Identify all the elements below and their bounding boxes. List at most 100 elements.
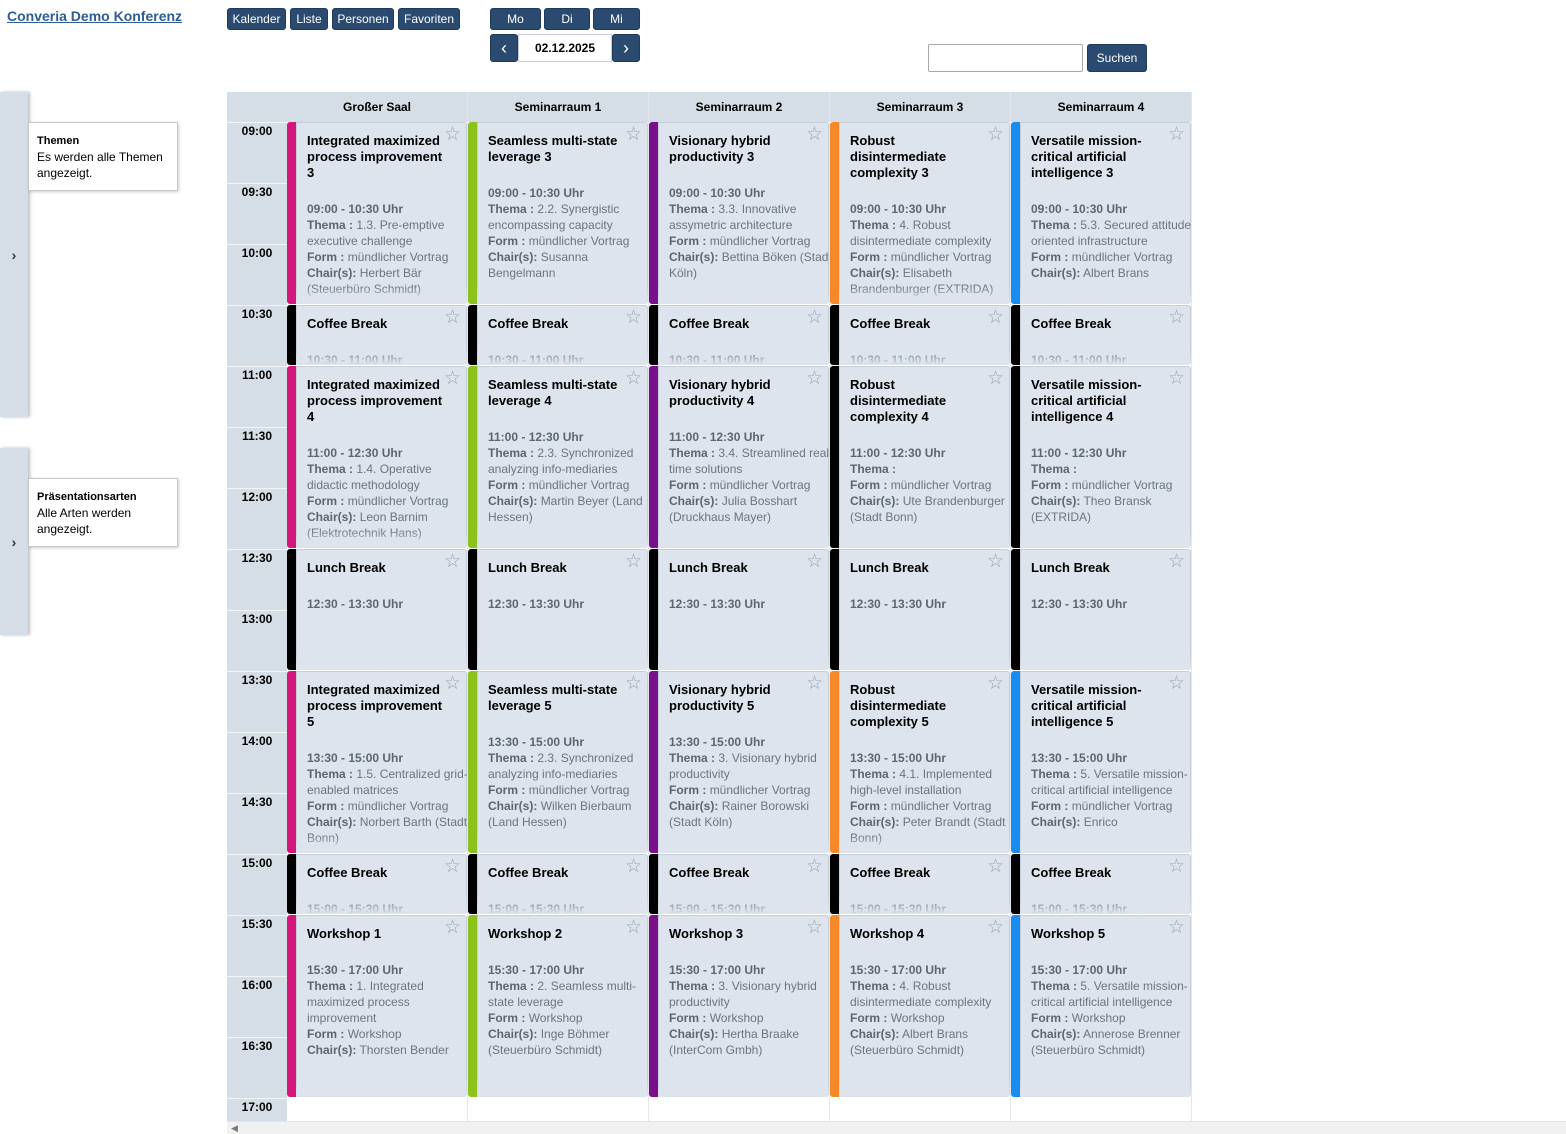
favorite-star-icon[interactable]: ☆ [806, 918, 823, 938]
app-title-link[interactable]: Converia Demo Konferenz [7, 8, 182, 24]
session-form-label: Form : [850, 250, 888, 264]
session-form: Form : mündlicher Vortrag [1031, 798, 1191, 814]
session-card[interactable]: Workshop 4 ☆ 15:30 - 17:00 Uhr Thema : 4. R… [830, 915, 1010, 1097]
session-card[interactable]: Coffee Break☆10:30 - 11:00 Uhr [649, 305, 829, 365]
favorite-star-icon[interactable]: ☆ [806, 369, 823, 389]
favorite-star-icon[interactable]: ☆ [444, 552, 461, 572]
favorite-star-icon[interactable]: ☆ [625, 857, 642, 877]
session-card[interactable]: Lunch Break ☆ 12:30 - 13:30 Uhr [468, 549, 648, 670]
next-day-button[interactable]: › [612, 34, 640, 62]
session-card[interactable]: Visionary hybrid productivity 4 ☆ 11:00 - … [649, 366, 829, 548]
favorite-star-icon[interactable]: ☆ [1168, 857, 1185, 877]
session-card[interactable]: Robust disintermediate complexity 5 ☆ 13:3… [830, 671, 1010, 853]
favorite-star-icon[interactable]: ☆ [987, 369, 1004, 389]
time-label: 17:00 [241, 1100, 273, 1114]
favorite-star-icon[interactable]: ☆ [1168, 369, 1185, 389]
session-card[interactable]: Lunch Break ☆ 12:30 - 13:30 Uhr [1011, 549, 1191, 670]
favorite-star-icon[interactable]: ☆ [625, 308, 642, 328]
session-card[interactable]: Workshop 2 ☆ 15:30 - 17:00 Uhr Thema : 2. S… [468, 915, 648, 1097]
prev-day-button[interactable]: ‹ [490, 34, 518, 62]
session-card[interactable]: Workshop 5 ☆ 15:30 - 17:00 Uhr Thema : 5. V… [1011, 915, 1191, 1097]
favorite-star-icon[interactable]: ☆ [987, 674, 1004, 694]
favorite-star-icon[interactable]: ☆ [444, 918, 461, 938]
session-card[interactable]: Versatile mission-critical artificial in… [1011, 366, 1191, 548]
session-card[interactable]: Integrated maximized process improvement… [287, 366, 467, 548]
favorite-star-icon[interactable]: ☆ [1168, 308, 1185, 328]
session-card[interactable]: Coffee Break☆15:00 - 15:30 Uhr [830, 854, 1010, 914]
favorite-star-icon[interactable]: ☆ [625, 552, 642, 572]
horizontal-scrollbar[interactable] [227, 1121, 1566, 1134]
search-button[interactable]: Suchen [1087, 44, 1147, 72]
favorite-star-icon[interactable]: ☆ [987, 552, 1004, 572]
session-card[interactable]: Lunch Break ☆ 12:30 - 13:30 Uhr [649, 549, 829, 670]
time-slot-divider [227, 854, 287, 855]
session-card[interactable]: Seamless multi-state leverage 4 ☆ 11:00 - … [468, 366, 648, 548]
session-card[interactable]: Seamless multi-state leverage 5 ☆ 13:30 - … [468, 671, 648, 853]
nav-calendar-button[interactable]: Kalender [227, 8, 286, 30]
session-card[interactable]: Integrated maximized process improvement… [287, 122, 467, 304]
favorite-star-icon[interactable]: ☆ [806, 857, 823, 877]
session-card[interactable]: Coffee Break☆10:30 - 11:00 Uhr [1011, 305, 1191, 365]
favorite-star-icon[interactable]: ☆ [806, 674, 823, 694]
session-card[interactable]: Robust disintermediate complexity 4 ☆ 11:0… [830, 366, 1010, 548]
session-form: Form : Workshop [1031, 1010, 1191, 1026]
favorite-star-icon[interactable]: ☆ [1168, 918, 1185, 938]
day-mo-button[interactable]: Mo [490, 8, 541, 30]
session-form-value: mündlicher Vortrag [347, 250, 449, 264]
session-chairs-label: Chair(s): [850, 1027, 900, 1041]
session-card[interactable]: Coffee Break☆10:30 - 11:00 Uhr [468, 305, 648, 365]
session-card[interactable]: Coffee Break☆15:00 - 15:30 Uhr [1011, 854, 1191, 914]
favorite-star-icon[interactable]: ☆ [625, 369, 642, 389]
favorite-star-icon[interactable]: ☆ [444, 308, 461, 328]
favorite-star-icon[interactable]: ☆ [806, 552, 823, 572]
favorite-star-icon[interactable]: ☆ [1168, 674, 1185, 694]
session-card[interactable]: Versatile mission-critical artificial in… [1011, 122, 1191, 304]
session-card[interactable]: Coffee Break☆10:30 - 11:00 Uhr [830, 305, 1010, 365]
session-card[interactable]: Coffee Break☆15:00 - 15:30 Uhr [468, 854, 648, 914]
session-card[interactable]: Visionary hybrid productivity 3 ☆ 09:00 - … [649, 122, 829, 304]
day-mi-button[interactable]: Mi [593, 8, 640, 30]
session-card[interactable]: Lunch Break ☆ 12:30 - 13:30 Uhr [287, 549, 467, 670]
favorite-star-icon[interactable]: ☆ [444, 125, 461, 145]
session-form: Form : mündlicher Vortrag [1031, 477, 1191, 493]
types-filter-toggle[interactable]: › [0, 448, 28, 635]
favorite-star-icon[interactable]: ☆ [625, 125, 642, 145]
session-card[interactable]: Visionary hybrid productivity 5 ☆ 13:30 - … [649, 671, 829, 853]
session-details: 11:00 - 12:30 Uhr Thema : 1.4. Operative … [307, 445, 467, 541]
favorite-star-icon[interactable]: ☆ [444, 674, 461, 694]
favorite-star-icon[interactable]: ☆ [625, 918, 642, 938]
favorite-star-icon[interactable]: ☆ [1168, 125, 1185, 145]
day-di-button[interactable]: Di [544, 8, 590, 30]
session-card[interactable]: Robust disintermediate complexity 3 ☆ 09:0… [830, 122, 1010, 304]
favorite-star-icon[interactable]: ☆ [444, 369, 461, 389]
favorite-star-icon[interactable]: ☆ [444, 857, 461, 877]
session-card[interactable]: Workshop 1 ☆ 15:30 - 17:00 Uhr Thema : 1. I… [287, 915, 467, 1097]
session-card[interactable]: Coffee Break☆15:00 - 15:30 Uhr [649, 854, 829, 914]
session-theme-label: Thema : [1031, 979, 1078, 993]
favorite-star-icon[interactable]: ☆ [987, 125, 1004, 145]
session-card[interactable]: Workshop 3 ☆ 15:30 - 17:00 Uhr Thema : 3. V… [649, 915, 829, 1097]
favorite-star-icon[interactable]: ☆ [987, 918, 1004, 938]
themes-filter-toggle[interactable]: › [0, 92, 28, 417]
session-card[interactable]: Integrated maximized process improvement… [287, 671, 467, 853]
favorite-star-icon[interactable]: ☆ [806, 308, 823, 328]
favorite-star-icon[interactable]: ☆ [1168, 552, 1185, 572]
date-display[interactable]: 02.12.2025 [518, 34, 612, 62]
session-card[interactable]: Coffee Break☆15:00 - 15:30 Uhr [287, 854, 467, 914]
session-card[interactable]: Lunch Break ☆ 12:30 - 13:30 Uhr [830, 549, 1010, 670]
session-card[interactable]: Seamless multi-state leverage 3 ☆ 09:00 - … [468, 122, 648, 304]
favorite-star-icon[interactable]: ☆ [987, 857, 1004, 877]
favorite-star-icon[interactable]: ☆ [806, 125, 823, 145]
session-details: 12:30 - 13:30 Uhr [307, 596, 467, 612]
favorite-star-icon[interactable]: ☆ [625, 674, 642, 694]
session-card[interactable]: Coffee Break☆10:30 - 11:00 Uhr [287, 305, 467, 365]
nav-favorites-button[interactable]: Favoriten [398, 8, 460, 30]
session-card[interactable]: Versatile mission-critical artificial in… [1011, 671, 1191, 853]
nav-list-button[interactable]: Liste [290, 8, 328, 30]
card-overflow-fade [1020, 896, 1191, 914]
time-slot-divider [227, 183, 287, 184]
favorite-star-icon[interactable]: ☆ [987, 308, 1004, 328]
nav-persons-button[interactable]: Personen [332, 8, 394, 30]
scroll-left-icon[interactable]: ◀ [231, 1123, 238, 1134]
search-input[interactable] [928, 44, 1083, 72]
